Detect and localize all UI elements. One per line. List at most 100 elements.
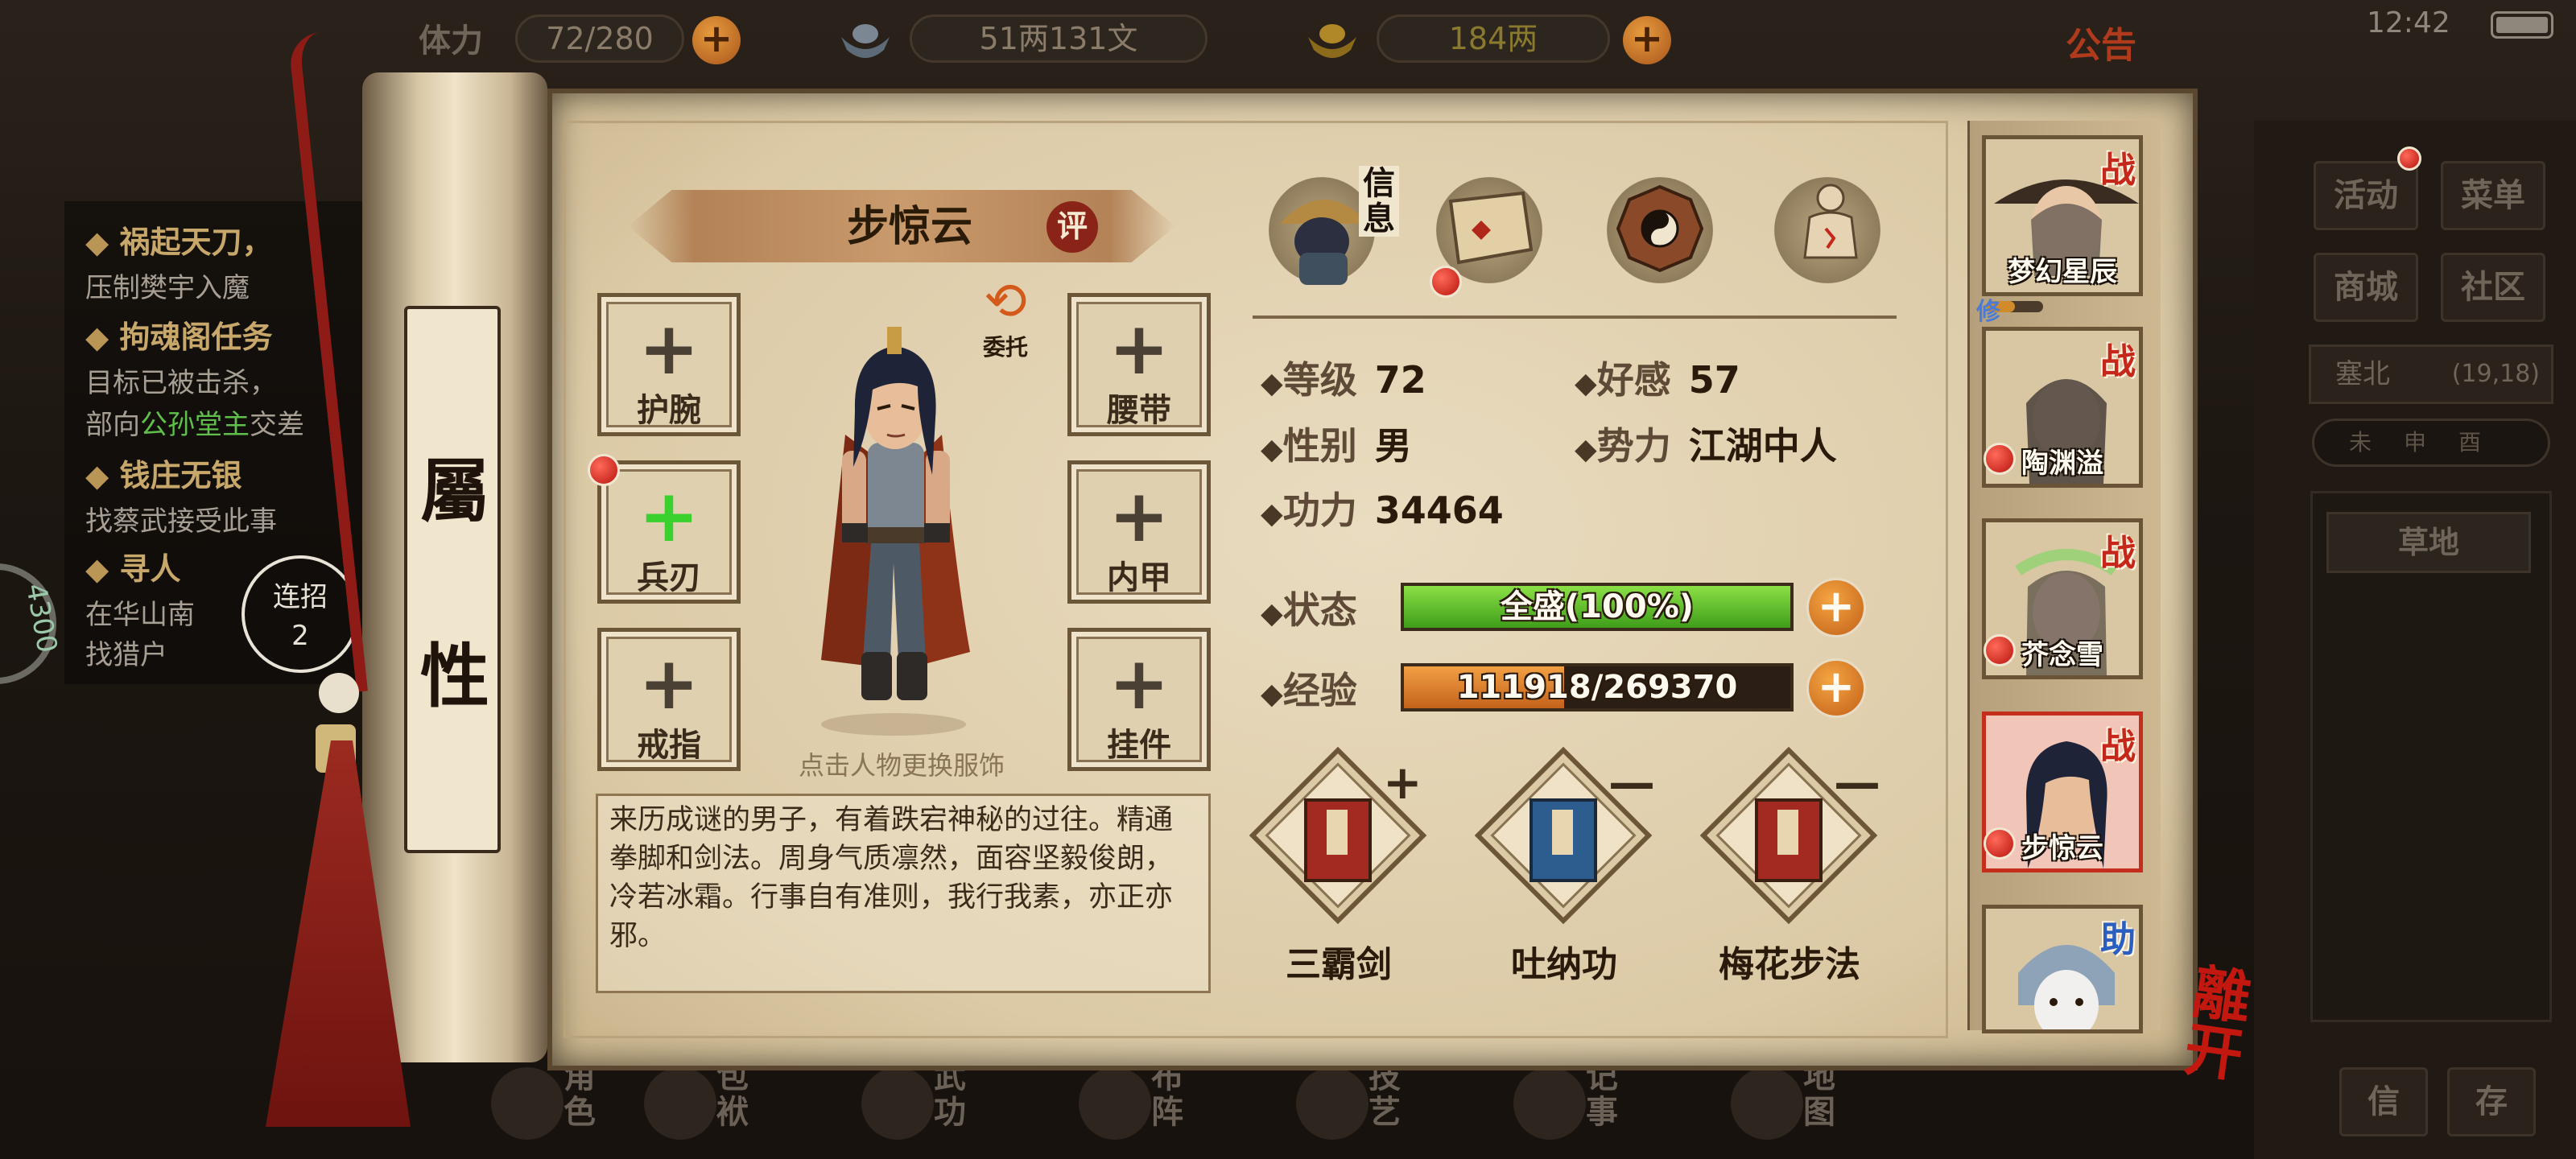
- nav-bag[interactable]: 包袱: [636, 1059, 765, 1156]
- equip-slot-pendant[interactable]: + 挂件: [1067, 628, 1211, 771]
- stat-gender: ◆性别男: [1261, 424, 1412, 468]
- skill-slot[interactable]: — 梅花步法: [1697, 746, 1882, 985]
- scroll-title-char: 屬: [420, 451, 489, 532]
- battery-icon: [2491, 11, 2553, 39]
- section-divider: [1253, 316, 1897, 319]
- quest-title[interactable]: ◆ 祸起天刀，: [85, 217, 272, 262]
- change-outfit-hint: 点击人物更换服饰: [798, 750, 1005, 781]
- quest-desc: 找蔡武接受此事: [85, 505, 277, 538]
- evaluate-button[interactable]: 评: [1046, 201, 1098, 253]
- journal-icon: [1513, 1067, 1586, 1140]
- quest-title[interactable]: ◆ 拘魂阁任务: [85, 312, 272, 357]
- ingot-gold-icon: [1308, 24, 1356, 58]
- combo-count: 2: [291, 620, 309, 652]
- nav-craft[interactable]: 技艺: [1288, 1059, 1417, 1156]
- gold-value: 184两: [1377, 14, 1610, 63]
- top-resource-bar: 体力 72/280 + 51两131文 184两 + 公告 12:42: [0, 0, 2576, 77]
- skill-slot[interactable]: + 三霸剑: [1246, 746, 1431, 985]
- character-portrait[interactable]: [797, 322, 990, 740]
- equip-slot-weapon[interactable]: + 兵刃: [597, 460, 741, 604]
- quest-title[interactable]: ◆ 钱庄无银: [85, 451, 242, 495]
- stamina-value: 72/280: [515, 14, 684, 63]
- quest-desc: 部向公孙堂主交差: [85, 409, 304, 441]
- skill-name: 三霸剑: [1286, 944, 1392, 985]
- slot-label: 护腕: [637, 392, 701, 429]
- stat-faction: ◆势力 江湖中人: [1575, 424, 1837, 468]
- slot-label: 兵刃: [637, 559, 701, 596]
- team-member-slot[interactable]: 战 梦幻星辰: [1982, 135, 2143, 296]
- add-exp-button[interactable]: +: [1806, 658, 1866, 718]
- save-button[interactable]: 存: [2447, 1067, 2536, 1136]
- add-icon: +: [638, 474, 700, 559]
- add-icon: +: [1108, 474, 1170, 559]
- tab-formation[interactable]: [1602, 169, 1723, 290]
- mail-button[interactable]: 信: [2339, 1067, 2428, 1136]
- notification-dot: [1430, 266, 1462, 298]
- skill-slot[interactable]: — 吐纳功: [1472, 746, 1657, 985]
- stat-exp-label: ◆经验: [1261, 669, 1357, 712]
- shop-button[interactable]: 商城: [2314, 253, 2418, 322]
- community-button[interactable]: 社区: [2441, 253, 2545, 322]
- notice-button[interactable]: 公告: [2066, 16, 2136, 68]
- character-description: 来历成谜的男子，有着跌宕神秘的过往。精通拳脚和剑法。周身气质凛然，面容坚毅俊朗，…: [596, 794, 1211, 993]
- cultivate-icon: 修: [1976, 298, 2000, 326]
- member-role-badge: 战: [2100, 341, 2136, 382]
- add-gold-button[interactable]: +: [1623, 16, 1671, 64]
- leave-button[interactable]: 離开: [2158, 957, 2278, 1090]
- nav-martial-arts[interactable]: 武功: [853, 1059, 982, 1156]
- time-compass: 未申酉: [2312, 419, 2550, 467]
- combo-label: 连招: [273, 581, 328, 613]
- member-role-badge: 战: [2100, 150, 2136, 191]
- nav-map[interactable]: 地图: [1723, 1059, 1852, 1156]
- add-stamina-button[interactable]: +: [692, 16, 741, 64]
- nav-journal[interactable]: 记事: [1505, 1059, 1634, 1156]
- restore-state-button[interactable]: +: [1806, 578, 1866, 637]
- slot-label: 腰带: [1107, 392, 1171, 429]
- quest-desc: 目标已被击杀，: [85, 367, 277, 399]
- location-name: 塞北: [2335, 358, 2390, 390]
- ingot-silver-icon: [841, 24, 890, 58]
- silver-value: 51两131文: [910, 14, 1208, 63]
- quest-title[interactable]: ◆ 寻人: [85, 544, 180, 588]
- location-display: 塞北 (19,18): [2309, 344, 2553, 404]
- activity-button[interactable]: 活动: [2314, 161, 2418, 230]
- exp-value: 111918/269370: [1456, 669, 1738, 706]
- skill-name: 吐纳功: [1511, 944, 1617, 985]
- notification-dot: [2397, 146, 2421, 171]
- slot-label: 挂件: [1107, 727, 1171, 764]
- character-name: 步惊云: [846, 203, 972, 251]
- skill-mark: —: [1608, 755, 1655, 810]
- map-icon: [1731, 1067, 1803, 1140]
- red-book-icon: [1304, 798, 1372, 882]
- state-bar: 全盛(100%): [1401, 583, 1794, 631]
- add-icon: +: [638, 307, 700, 391]
- scroll-title-plate: [404, 306, 501, 853]
- equip-slot-belt[interactable]: + 腰带: [1067, 293, 1211, 436]
- team-assist-slot[interactable]: 助: [1982, 905, 2143, 1033]
- quest-desc: 找猎户: [85, 639, 167, 671]
- bagua-icon: [1616, 184, 1704, 273]
- combo-button[interactable]: 连招 2: [242, 555, 359, 673]
- equip-slot-armor[interactable]: + 内甲: [1067, 460, 1211, 604]
- status-time: 12:42: [2367, 6, 2450, 39]
- add-icon: +: [1108, 641, 1170, 726]
- nav-character[interactable]: 角色: [483, 1059, 612, 1156]
- terrain-label: 草地: [2326, 512, 2531, 573]
- craft-icon: [1296, 1067, 1368, 1140]
- menu-button[interactable]: 菜单: [2441, 161, 2545, 230]
- bag-icon: [644, 1067, 716, 1140]
- location-coords: (19,18): [2451, 360, 2540, 388]
- equip-slot-bracer[interactable]: + 护腕: [597, 293, 741, 436]
- stat-level: ◆等级 72: [1261, 358, 1426, 402]
- member-role-badge: 战: [2100, 533, 2136, 574]
- notification-dot: [1984, 634, 2016, 666]
- stat-power: ◆功力 34464: [1261, 489, 1504, 532]
- equip-slot-ring[interactable]: + 戒指: [597, 628, 741, 771]
- member-name: 梦幻星辰: [2008, 256, 2117, 288]
- member-role-badge: 助: [2100, 919, 2136, 960]
- tab-meridian[interactable]: [1769, 169, 1890, 290]
- stat-state-label: ◆状态: [1261, 588, 1357, 632]
- bagua-icon: [1079, 1067, 1151, 1140]
- books-icon: [861, 1067, 934, 1140]
- nav-formation[interactable]: 布阵: [1071, 1059, 1199, 1156]
